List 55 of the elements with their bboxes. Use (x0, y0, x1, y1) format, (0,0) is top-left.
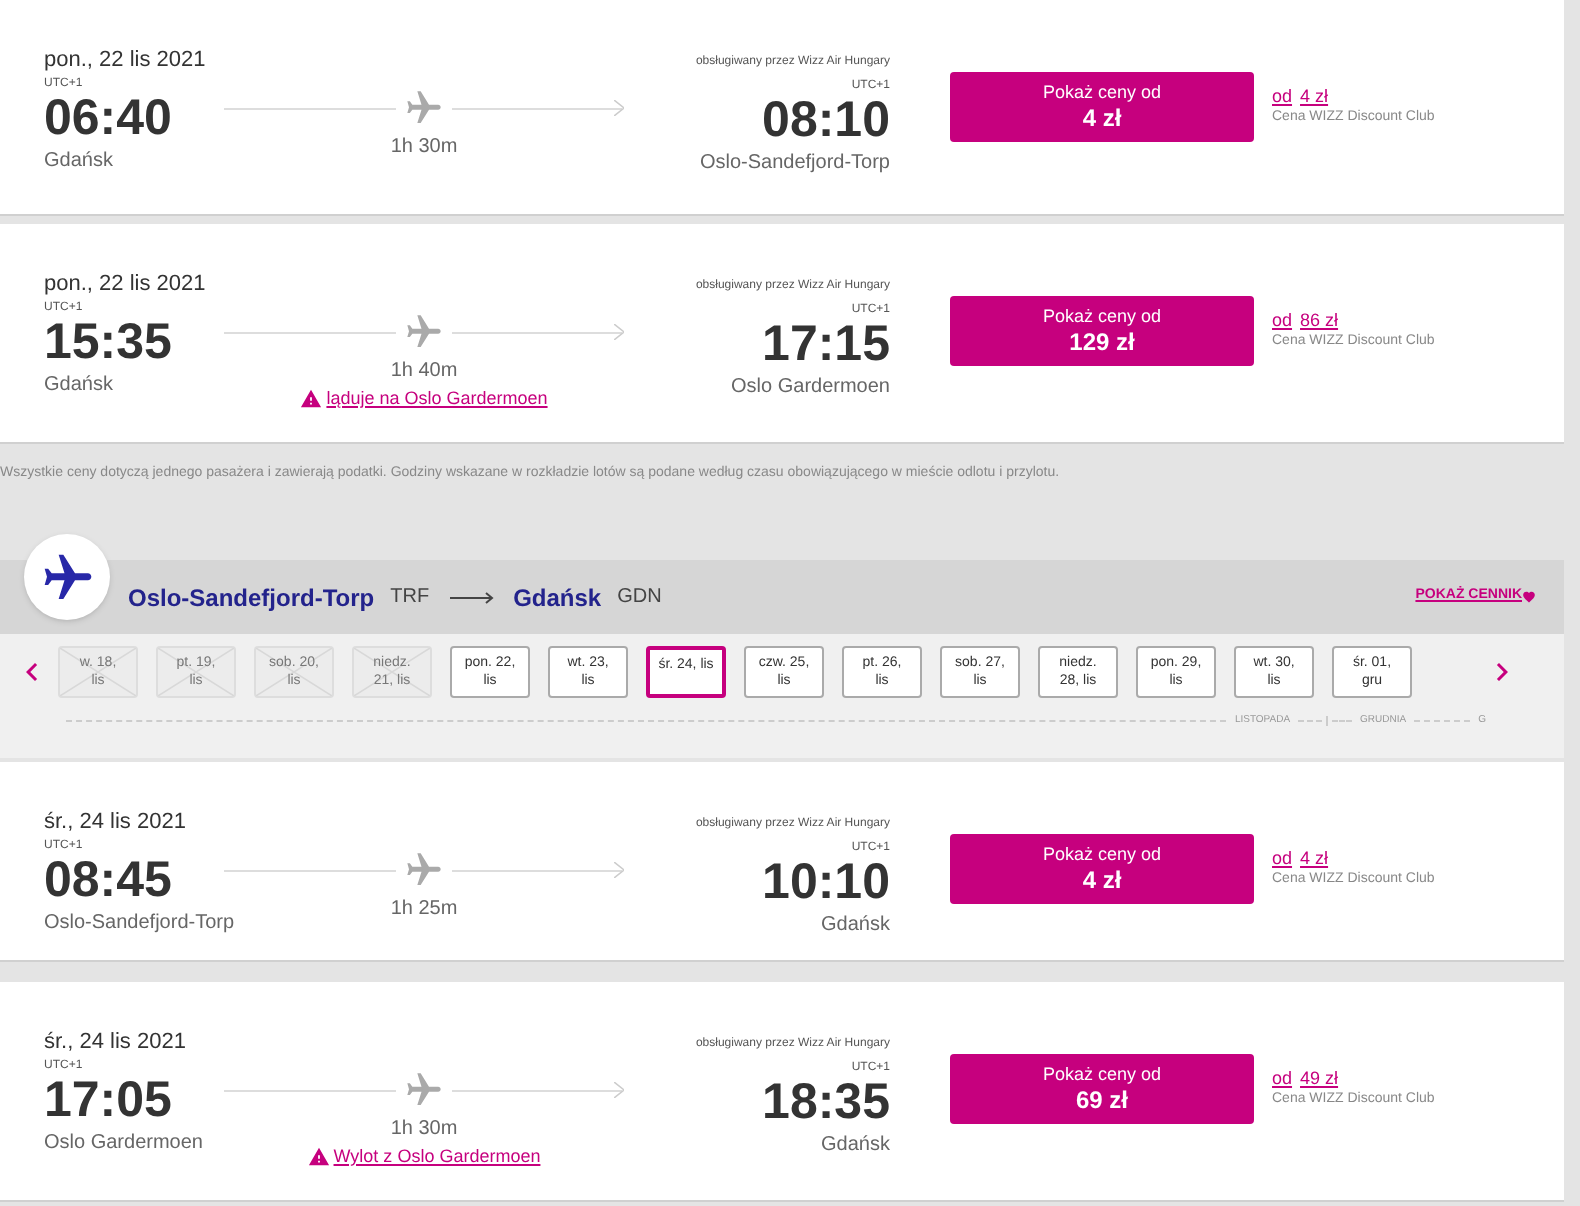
club-price-link[interactable]: 49 zł (1300, 1068, 1339, 1090)
flight-duration: 1h 40m (390, 358, 458, 386)
club-price-link[interactable]: 4 zł (1300, 848, 1329, 870)
club-price-link[interactable]: od (1272, 1068, 1293, 1090)
flight-duration: 1h 25m (390, 896, 458, 924)
plane-icon (403, 850, 443, 890)
destination-code: GDN (617, 584, 662, 612)
flight-date: pon., 22 lis 2021 (44, 48, 208, 74)
plane-icon (39, 549, 95, 605)
club-price-link[interactable]: od (1272, 86, 1293, 108)
flight-date: śr., 24 lis 2021 (44, 810, 188, 836)
show-prices-button[interactable]: Pokaż ceny od 4 zł (950, 72, 1254, 142)
departure-time: 06:40 (44, 92, 172, 144)
arrival-time: 18:35 (762, 1076, 890, 1128)
departure-city: Gdańsk (44, 148, 113, 176)
flight-date: pon., 22 lis 2021 (44, 272, 208, 298)
show-prices-button[interactable]: Pokaż ceny od 4 zł (950, 834, 1254, 904)
club-price-link[interactable]: 4 zł (1300, 86, 1329, 108)
chevron-icon (614, 324, 624, 340)
heart-icon (1522, 590, 1536, 604)
flight-duration: 1h 30m (390, 134, 458, 162)
destination-name: Gdańsk (513, 581, 602, 615)
arrival-time: 08:10 (762, 94, 890, 146)
plane-icon (403, 1070, 443, 1110)
departure-time: 15:35 (44, 316, 172, 368)
show-prices-button[interactable]: Pokaż ceny od 69 zł (950, 1054, 1254, 1124)
plane-icon (403, 312, 443, 352)
flight-date: śr., 24 lis 2021 (44, 1030, 188, 1056)
departure-city: Gdańsk (44, 372, 113, 400)
warning-icon (307, 1146, 330, 1169)
departure-city: Oslo-Sandefjord-Torp (44, 910, 235, 938)
airport-warning-link[interactable]: Wylot z Oslo Gardermoen (307, 1144, 541, 1171)
origin-name: Oslo-Sandefjord-Torp (128, 581, 375, 615)
show-prices-button[interactable]: Pokaż ceny od 129 zł (950, 296, 1254, 366)
club-price-link[interactable]: od (1272, 848, 1293, 870)
chevron-icon (614, 862, 624, 878)
plane-icon (403, 88, 443, 128)
departure-time: 17:05 (44, 1074, 172, 1126)
departure-city: Oslo Gardermoen (44, 1130, 203, 1158)
arrow-icon (449, 591, 494, 603)
chevron-icon (614, 100, 624, 116)
arrival-city: Oslo-Sandefjord-Torp (699, 150, 890, 178)
chevron-icon (614, 1082, 624, 1098)
origin-code: TRF (390, 584, 430, 612)
airport-warning-link[interactable]: ląduje na Oslo Gardermoen (300, 386, 548, 413)
warning-icon (300, 388, 323, 411)
arrival-city: Oslo Gardermoen (731, 374, 890, 402)
flight-duration: 1h 30m (390, 1116, 458, 1144)
arrival-time: 17:15 (762, 318, 890, 370)
arrival-city: Gdańsk (821, 1132, 890, 1160)
club-price-link[interactable]: od (1272, 310, 1293, 332)
club-price-link[interactable]: 86 zł (1300, 310, 1339, 332)
departure-time: 08:45 (44, 854, 172, 906)
arrival-time: 10:10 (762, 856, 890, 908)
arrival-city: Gdańsk (821, 912, 890, 940)
